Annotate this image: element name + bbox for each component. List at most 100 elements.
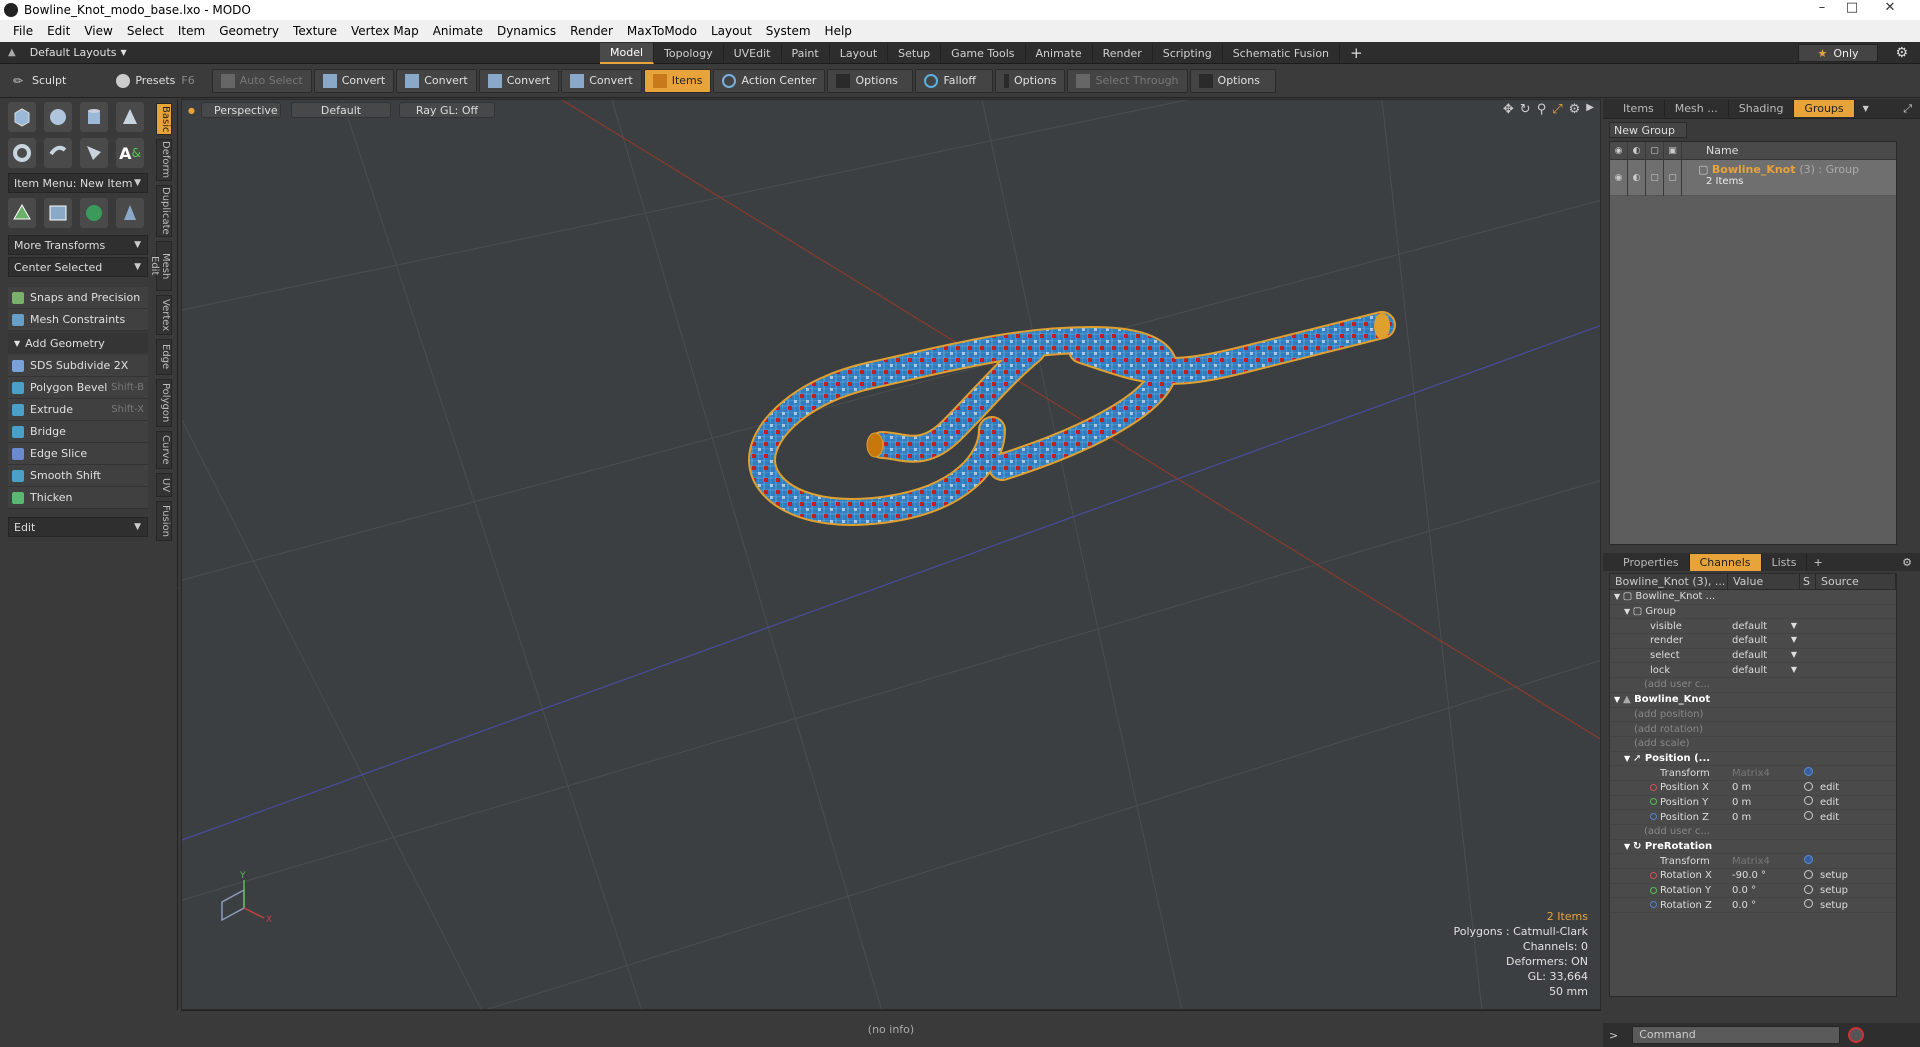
gear-icon[interactable]: ⚙ (1895, 45, 1908, 61)
expand-panel-icon[interactable]: ⤢ (1903, 102, 1912, 116)
bowline-knot-mesh[interactable] (747, 311, 1396, 526)
channel-row[interactable]: Transform Matrix4 (1610, 766, 1896, 781)
tab-uvedit[interactable]: UVEdit (724, 43, 782, 63)
presets-button[interactable]: Presets F6 (107, 68, 204, 93)
pen-icon[interactable] (80, 138, 108, 168)
select-through-button[interactable]: Select Through (1067, 68, 1188, 93)
vtab-mesh-edit[interactable]: Mesh Edit (149, 241, 172, 291)
backdrop-icon[interactable] (44, 198, 72, 228)
channel-row[interactable]: Rotation Z 0.0 ° setup (1610, 898, 1896, 914)
rotate-view-icon[interactable]: ↻ (1520, 102, 1531, 117)
channel-row[interactable]: lock default ▼ (1610, 663, 1896, 679)
view-type-dropdown[interactable]: Perspective (200, 102, 281, 118)
channel-row[interactable]: ▼ ▢ Bowline_Knot ... (1610, 590, 1896, 605)
menu-dynamics[interactable]: Dynamics (490, 24, 563, 38)
command-input[interactable]: Command (1632, 1026, 1841, 1044)
link-icon[interactable] (1803, 767, 1813, 777)
channel-row[interactable]: (add position) (1610, 708, 1896, 723)
menu-vertex-map[interactable]: Vertex Map (344, 24, 426, 38)
tab-render[interactable]: Render (1093, 43, 1153, 63)
channel-row[interactable]: ▼ ➚ Position (... (1610, 752, 1896, 767)
sculpt-button[interactable]: ✏ Sculpt (4, 68, 76, 93)
minimize-button[interactable]: – (1808, 0, 1836, 18)
vtab-basic[interactable]: Basic (156, 103, 172, 135)
tab-channels[interactable]: Channels (1689, 553, 1762, 571)
menu-texture[interactable]: Texture (286, 24, 344, 38)
capsule-icon[interactable] (44, 138, 72, 168)
raygl-toggle[interactable]: Ray GL: Off (398, 102, 495, 118)
bridge-button[interactable]: Bridge (8, 421, 148, 443)
vtab-deform[interactable]: Deform (156, 139, 172, 181)
tab-model[interactable]: Model (600, 42, 655, 64)
channel-value-field[interactable]: -90.0 ° (1728, 870, 1800, 881)
menu-layout[interactable]: Layout (704, 24, 759, 38)
menu-item[interactable]: Item (171, 24, 212, 38)
chevron-down-icon[interactable]: ▼ (1863, 104, 1869, 113)
render-icon[interactable]: ◐ (1628, 160, 1646, 196)
keyframe-icon[interactable] (1803, 781, 1813, 791)
tab-game-tools[interactable]: Game Tools (941, 43, 1026, 63)
tab-setup[interactable]: Setup (888, 43, 942, 63)
polygon-bevel-button[interactable]: Polygon Bevel Shift-B (8, 377, 148, 399)
menu-render[interactable]: Render (563, 24, 620, 38)
channel-value-dropdown[interactable]: default ▼ (1728, 635, 1800, 646)
add-tab-icon[interactable]: + (1340, 44, 1373, 62)
convert-edges-button[interactable]: Convert (396, 68, 477, 93)
channel-value-field[interactable]: 0 m (1728, 812, 1800, 823)
new-group-button[interactable]: New Group (1609, 122, 1687, 138)
edit-dropdown[interactable]: Edit ▼ (8, 517, 148, 537)
locator-icon[interactable] (8, 198, 36, 228)
falloff-button[interactable]: Falloff (915, 68, 994, 93)
channel-row[interactable]: (add rotation) (1610, 722, 1896, 737)
menu-view[interactable]: View (77, 24, 119, 38)
move-view-icon[interactable]: ✥ (1503, 102, 1514, 117)
lock-icon[interactable]: ▢ (1664, 160, 1682, 196)
channel-value-field[interactable]: 0.0 ° (1728, 885, 1800, 896)
tab-lists[interactable]: Lists (1762, 553, 1808, 571)
channel-row[interactable]: visible default ▼ (1610, 619, 1896, 635)
maximize-button[interactable]: □ (1838, 0, 1866, 18)
tab-shading[interactable]: Shading (1729, 100, 1795, 117)
channel-row[interactable]: (add scale) (1610, 737, 1896, 752)
channel-value-field[interactable]: 0 m (1728, 782, 1800, 793)
vtab-uv[interactable]: UV (156, 473, 172, 497)
convert-vertices-button[interactable]: Convert (313, 68, 395, 93)
play-arrow-icon[interactable]: ▶ (1586, 102, 1594, 117)
channel-row[interactable]: ▼ ↻ PreRotation (1610, 840, 1896, 855)
add-geometry-header[interactable]: ▼ Add Geometry (8, 333, 148, 353)
environment-icon[interactable] (80, 198, 108, 228)
smooth-shift-button[interactable]: Smooth Shift (8, 465, 148, 487)
tab-topology[interactable]: Topology (654, 43, 724, 63)
tab-mesh[interactable]: Mesh ... (1665, 100, 1729, 117)
vtab-curve[interactable]: Curve (156, 431, 172, 469)
menu-geometry[interactable]: Geometry (212, 24, 286, 38)
channel-row[interactable]: (add user c... (1610, 678, 1896, 693)
default-layouts-dropdown[interactable]: ▲ Default Layouts ▼ (0, 46, 420, 59)
eye-icon[interactable]: ◉ (1610, 141, 1628, 160)
channel-row[interactable]: Position Z0 m edit (1610, 810, 1896, 825)
3d-viewport[interactable]: Y X ● Perspective Default Ray GL: Off ✥ … (181, 99, 1601, 1010)
channel-row[interactable]: Rotation Y 0.0 ° setup (1610, 884, 1896, 899)
zoom-view-icon[interactable]: ⚲ (1537, 102, 1547, 117)
gear-icon[interactable]: ⚙ (1569, 102, 1581, 117)
select-icon[interactable]: ▢ (1646, 160, 1664, 196)
cylinder-icon[interactable] (80, 102, 108, 132)
convert-polygons-button[interactable]: Convert (478, 68, 560, 93)
maximize-view-icon[interactable]: ⤢ (1552, 102, 1562, 117)
menu-file[interactable]: File (6, 24, 40, 38)
tab-groups[interactable]: Groups (1794, 100, 1855, 117)
menu-select[interactable]: Select (120, 24, 171, 38)
add-tab-icon[interactable]: + (1813, 556, 1822, 569)
keyframe-icon[interactable] (1803, 899, 1813, 909)
channel-value-field[interactable]: 0 m (1728, 797, 1800, 808)
tab-paint[interactable]: Paint (782, 43, 830, 63)
text-icon[interactable]: A & (116, 138, 144, 168)
tab-items[interactable]: Items (1613, 100, 1665, 117)
thicken-button[interactable]: Thicken (8, 487, 148, 509)
vtab-edge[interactable]: Edge (156, 339, 172, 375)
channel-row[interactable]: select default ▼ (1610, 649, 1896, 664)
cone-icon[interactable] (116, 102, 144, 132)
channel-row[interactable]: (add user c... (1610, 825, 1896, 840)
vtab-duplicate[interactable]: Duplicate (156, 185, 172, 237)
channel-row[interactable]: ▼ ▢ Group (1610, 605, 1896, 620)
